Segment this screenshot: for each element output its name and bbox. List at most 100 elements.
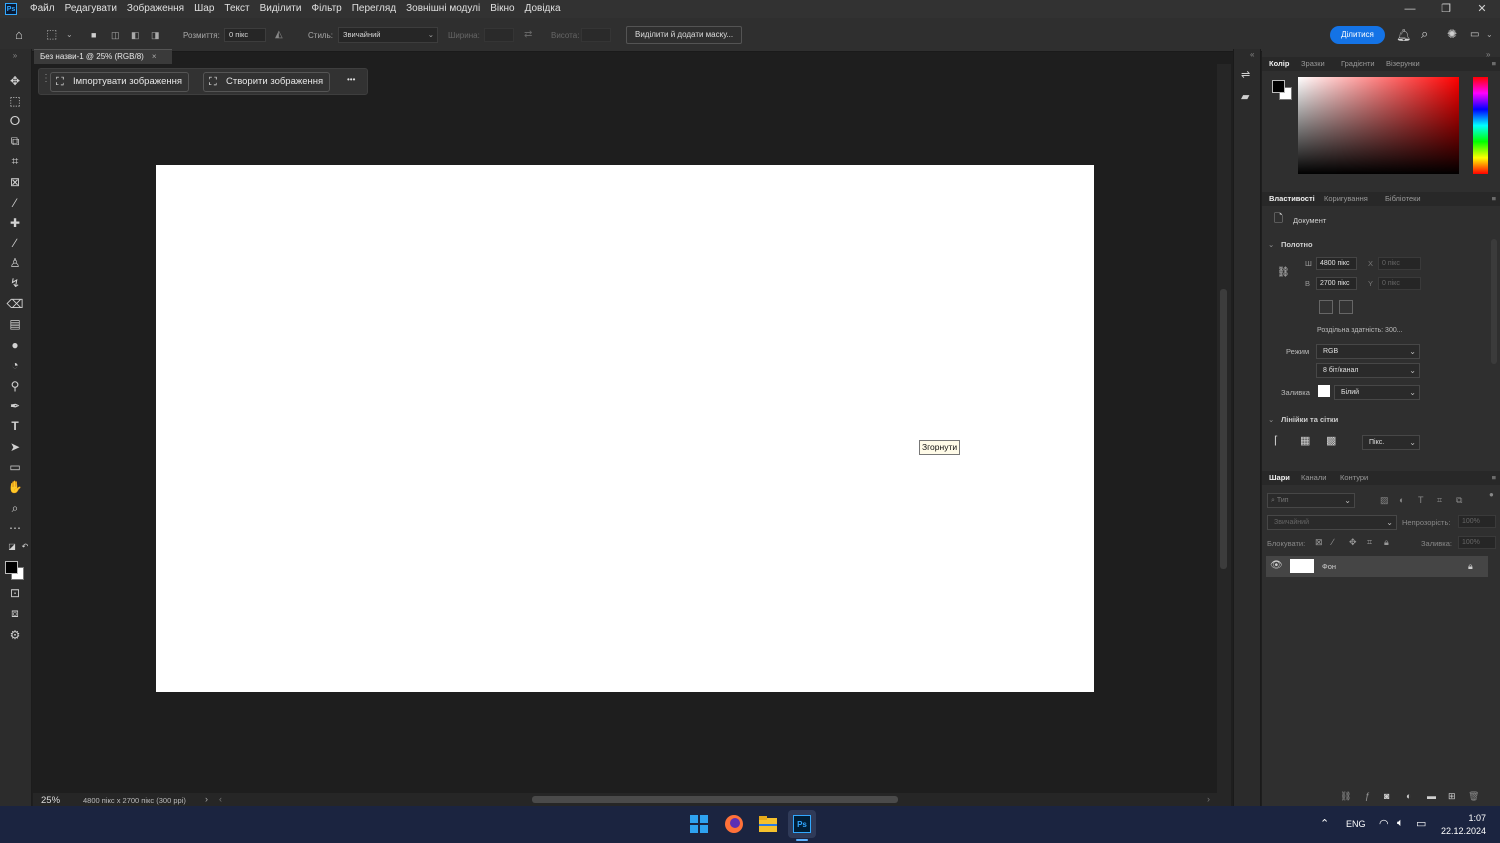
tab-gradients[interactable]: Градієнти: [1341, 59, 1375, 68]
foreground-color-swatch[interactable]: [5, 561, 18, 574]
lock-all-icon[interactable]: 🔒︎: [1384, 536, 1389, 548]
healing-brush-tool-icon[interactable]: ✚: [6, 215, 24, 231]
smart-object-filter-icon[interactable]: ⧉: [1456, 494, 1462, 506]
tab-paths[interactable]: Контури: [1340, 473, 1368, 482]
zoom-tool-icon[interactable]: ⌕: [6, 500, 24, 516]
screen-mode-icon[interactable]: ⧈: [6, 605, 24, 621]
lasso-tool-icon[interactable]: ⵔ: [6, 113, 24, 129]
close-window-button[interactable]: ✕: [1464, 0, 1500, 18]
menu-view[interactable]: Перегляд: [347, 0, 401, 18]
adjustment-filter-icon[interactable]: ◐: [1399, 494, 1404, 506]
menu-file[interactable]: Файл: [25, 0, 60, 18]
lock-icon[interactable]: 🔒︎: [1468, 560, 1473, 572]
blend-mode-select[interactable]: Звичайний ⌄: [1267, 515, 1397, 530]
ruler-units-select[interactable]: Пікс. ⌄: [1362, 435, 1420, 450]
opacity-input[interactable]: 100%: [1458, 515, 1496, 528]
ruler-icon[interactable]: ⌈: [1274, 435, 1278, 447]
tab-layers[interactable]: Шари: [1269, 473, 1290, 482]
link-layers-icon[interactable]: ⛓: [1340, 790, 1351, 802]
tab-properties[interactable]: Властивості: [1269, 194, 1315, 203]
canvas-section-title[interactable]: Полотно: [1281, 240, 1313, 249]
properties-scrollbar-thumb[interactable]: [1491, 239, 1497, 364]
filter-toggle-icon[interactable]: ●: [1489, 489, 1494, 501]
chevron-up-icon[interactable]: ⌃: [1320, 817, 1329, 830]
eraser-tool-icon[interactable]: ⌫: [6, 296, 24, 312]
tab-swatches[interactable]: Зразки: [1301, 59, 1325, 68]
rectangle-tool-icon[interactable]: ▭: [6, 459, 24, 475]
tab-libraries[interactable]: Бібліотеки: [1385, 194, 1421, 203]
feather-input[interactable]: 0 пікс: [224, 28, 266, 42]
fill-select[interactable]: Білий ⌄: [1334, 385, 1420, 400]
add-selection-icon[interactable]: ◫: [111, 28, 120, 42]
scroll-right-icon[interactable]: ›: [1207, 794, 1210, 804]
intersect-selection-icon[interactable]: ◨: [151, 28, 160, 42]
menu-window[interactable]: Вікно: [485, 0, 519, 18]
vertical-scrollbar[interactable]: [1217, 64, 1231, 793]
file-explorer-taskbar-button[interactable]: [754, 810, 782, 838]
new-group-icon[interactable]: ▬: [1427, 790, 1436, 802]
grid-icon[interactable]: ▦: [1300, 435, 1310, 447]
eyedropper-tool-icon[interactable]: ⁄: [6, 195, 24, 211]
add-mask-icon[interactable]: ◙: [1384, 790, 1389, 802]
crop-tool-icon[interactable]: ⌗: [6, 153, 24, 169]
collapse-arrows-icon[interactable]: «: [1250, 49, 1254, 61]
volume-icon[interactable]: 🔈︎: [1397, 817, 1404, 830]
height-input[interactable]: [581, 28, 611, 42]
horizontal-scrollbar-thumb[interactable]: [532, 796, 898, 803]
menu-type[interactable]: Текст: [219, 0, 254, 18]
history-brush-tool-icon[interactable]: ↯: [6, 275, 24, 291]
lock-pixels-icon[interactable]: ⊠: [1315, 536, 1323, 548]
select-and-mask-button[interactable]: Виділити й додати маску...: [626, 26, 743, 44]
close-icon[interactable]: ×: [152, 52, 157, 61]
clone-stamp-tool-icon[interactable]: ♙: [6, 255, 24, 271]
bell-icon[interactable]: 🔔︎: [1396, 28, 1411, 42]
tab-color[interactable]: Колір: [1269, 59, 1289, 68]
tab-adjustments[interactable]: Коригування: [1324, 194, 1368, 203]
path-selection-tool-icon[interactable]: ➤: [6, 439, 24, 455]
clock-time[interactable]: 1:07: [1440, 813, 1486, 823]
delete-layer-icon[interactable]: 🗑︎: [1468, 790, 1479, 802]
vertical-scrollbar-thumb[interactable]: [1220, 289, 1227, 569]
dodge-tool-icon[interactable]: ◔: [6, 357, 24, 373]
start-button[interactable]: [685, 810, 713, 838]
minimize-button[interactable]: —: [1392, 0, 1428, 18]
document-tab[interactable]: Без назви-1 @ 25% (RGB/8) ×: [34, 49, 172, 64]
foreground-color-swatch[interactable]: [1272, 80, 1285, 93]
panel-menu-icon[interactable]: ≡: [1492, 194, 1496, 203]
swap-colors-icon[interactable]: ↶: [16, 539, 34, 555]
canvas-height-input[interactable]: 2700 пікс: [1316, 277, 1357, 290]
eye-icon[interactable]: 👁︎: [1270, 560, 1283, 572]
lightbulb-icon[interactable]: ✺: [1447, 27, 1457, 41]
portrait-orientation-button[interactable]: [1319, 300, 1333, 314]
menu-help[interactable]: Довідка: [520, 0, 566, 18]
layer-row[interactable]: 👁︎ Фон 🔒︎: [1266, 556, 1488, 577]
link-icon[interactable]: ⛓: [1277, 267, 1290, 279]
hand-tool-icon[interactable]: ✋: [6, 479, 24, 495]
marquee-preset-icon[interactable]: ⬚: [46, 27, 57, 41]
collapse-arrows-icon[interactable]: »: [6, 48, 24, 64]
menu-plugins[interactable]: Зовнішні модулі: [401, 0, 485, 18]
more-options-icon[interactable]: •••: [347, 75, 355, 84]
chevron-down-icon[interactable]: ⌄: [1268, 415, 1274, 424]
layer-filter-select[interactable]: ⌕ Тип ⌄: [1267, 493, 1355, 508]
battery-icon[interactable]: ▭: [1416, 817, 1426, 830]
more-tools-icon[interactable]: ⋯: [6, 520, 24, 536]
generative-icon[interactable]: ⚙: [6, 627, 24, 643]
anti-alias-icon[interactable]: ◭: [275, 28, 283, 42]
layer-name[interactable]: Фон: [1322, 562, 1336, 571]
comments-panel-icon[interactable]: ▰: [1241, 91, 1249, 103]
document-info[interactable]: 4800 пікс x 2700 пікс (300 ppi): [83, 796, 186, 805]
y-input[interactable]: 0 пікс: [1378, 277, 1421, 290]
lock-artboard-icon[interactable]: ⌗: [1367, 536, 1372, 548]
fx-icon[interactable]: ƒ: [1365, 790, 1370, 802]
marquee-tool-icon[interactable]: ⬚: [6, 93, 24, 109]
menu-select[interactable]: Виділити: [255, 0, 307, 18]
photoshop-taskbar-button[interactable]: Ps: [788, 810, 816, 838]
scroll-left-icon[interactable]: ‹: [219, 794, 222, 804]
move-tool-icon[interactable]: ✥: [6, 73, 24, 89]
object-select-tool-icon[interactable]: ⧉: [6, 133, 24, 149]
chevron-down-icon[interactable]: ⌄: [1486, 28, 1493, 42]
zoom-level[interactable]: 25%: [41, 795, 60, 806]
pixel-grid-icon[interactable]: ▩: [1326, 435, 1336, 447]
color-mode-select[interactable]: RGB ⌄: [1316, 344, 1420, 359]
